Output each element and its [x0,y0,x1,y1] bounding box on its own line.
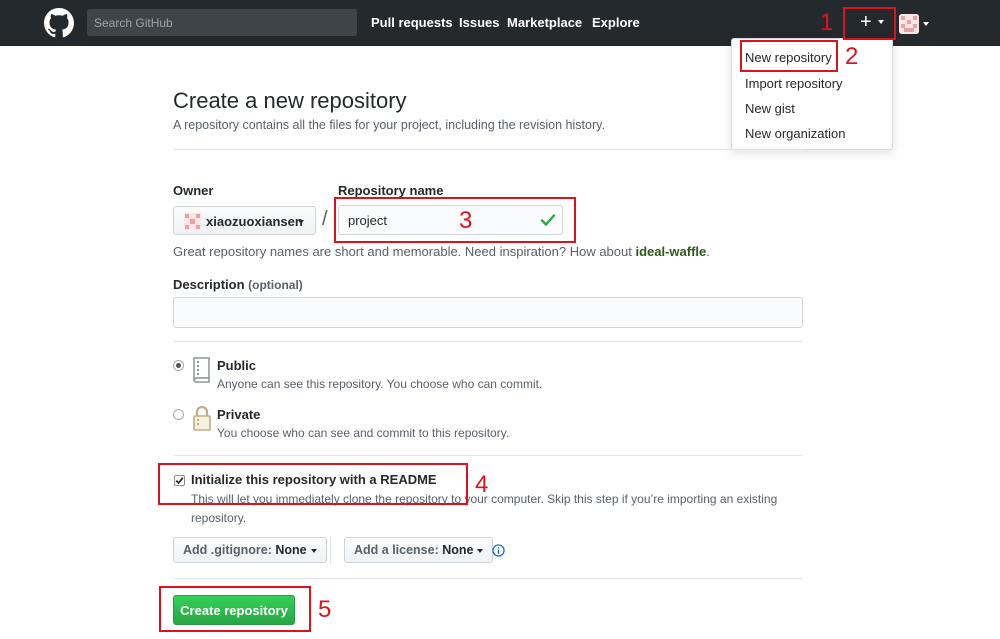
optional-tag: (optional) [248,278,303,292]
owner-label: Owner [173,183,214,198]
public-radio[interactable] [173,360,184,371]
readme-option-title: Initialize this repository with a README [191,472,437,487]
divider [330,537,331,564]
private-radio[interactable] [173,409,184,420]
gitignore-value: None [275,543,307,557]
public-option-title: Public [217,358,257,373]
annotation-number-4: 4 [475,471,489,498]
owner-repo-separator: / [322,208,328,230]
divider [173,578,803,579]
readme-option-desc: This will let you immediately clone the … [191,492,778,525]
menu-item-new-gist[interactable]: New gist [745,101,795,116]
checkmark-icon [175,477,184,485]
caret-down-icon [878,20,884,24]
caret-down-icon [477,548,484,553]
name-suggestion-link[interactable]: ideal-waffle [635,244,706,259]
caret-down-icon [923,22,929,26]
create-new-button[interactable]: + [851,12,891,34]
nav-issues[interactable]: Issues [459,15,499,30]
user-menu-button[interactable] [899,14,931,34]
nav-pull-requests[interactable]: Pull requests [371,15,453,30]
annotation-number-2: 2 [845,43,859,70]
annotation-number-5: 5 [318,596,332,623]
description-label-text: Description [173,277,245,292]
nav-marketplace[interactable]: Marketplace [507,15,582,30]
repo-name-label: Repository name [338,183,444,198]
annotation-number-1: 1 [820,9,834,36]
license-label: Add a license: [354,543,439,557]
create-repository-button[interactable]: Create repository [173,595,295,625]
page-subtitle: A repository contains all the files for … [173,118,605,132]
plus-icon: + [860,11,872,33]
public-option-desc: Anyone can see this repository. You choo… [217,377,543,391]
lock-icon [193,405,211,431]
repo-book-icon [193,357,210,383]
annotation-number-3: 3 [459,207,473,234]
readme-checkbox[interactable] [174,475,185,486]
gitignore-label: Add .gitignore: [183,543,272,557]
menu-item-new-organization[interactable]: New organization [745,126,845,141]
info-icon[interactable] [492,544,505,557]
description-label: Description (optional) [173,277,303,292]
description-input[interactable] [173,297,803,328]
gitignore-select[interactable]: Add .gitignore: None [173,537,327,563]
nav-explore[interactable]: Explore [592,15,640,30]
owner-name: xiaozuoxiansen [206,214,303,229]
repo-name-hint: Great repository names are short and mem… [173,244,710,259]
divider [173,341,803,342]
hint-text: Great repository names are short and mem… [173,244,636,259]
menu-item-new-repository[interactable]: New repository [745,50,832,65]
avatar [899,14,919,34]
menu-item-import-repository[interactable]: Import repository [745,76,843,91]
license-value: None [442,543,474,557]
github-logo-icon[interactable] [44,8,74,38]
divider [173,455,803,456]
owner-avatar [184,213,201,230]
caret-down-icon [298,220,304,224]
divider [173,149,803,150]
license-select[interactable]: Add a license: None [344,537,494,563]
repo-name-input[interactable] [338,205,563,235]
owner-select[interactable]: xiaozuoxiansen [173,206,316,235]
search-input[interactable] [87,9,357,36]
caret-down-icon [310,548,317,553]
page-title: Create a new repository [173,88,407,113]
private-option-desc: You choose who can see and commit to thi… [217,426,510,440]
private-option-title: Private [217,407,261,422]
create-new-dropdown: New repository Import repository New gis… [731,38,893,150]
hint-period: . [706,244,710,259]
check-icon [540,214,556,226]
